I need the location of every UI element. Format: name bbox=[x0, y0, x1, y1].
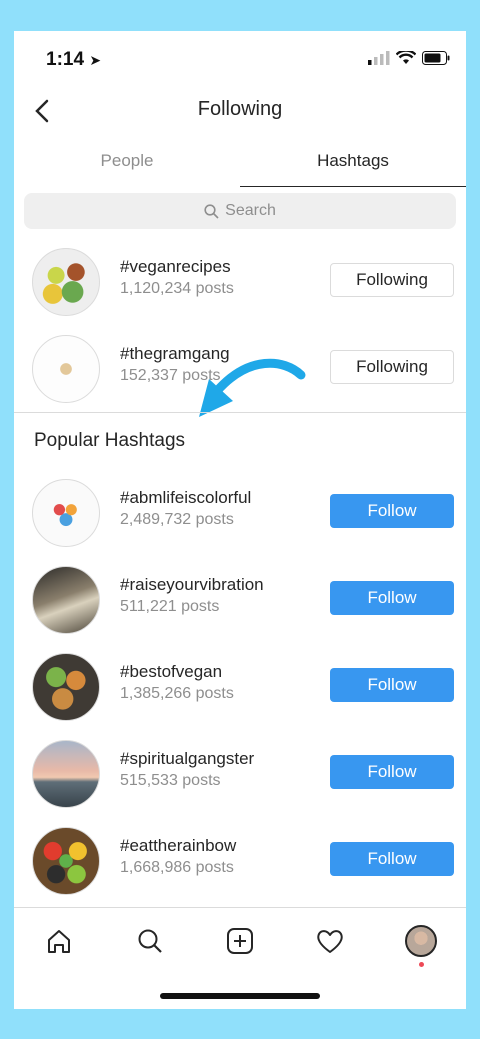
search-input[interactable]: Search bbox=[24, 193, 456, 229]
wifi-icon bbox=[396, 51, 416, 64]
heart-icon bbox=[317, 930, 344, 953]
profile-avatar bbox=[404, 925, 437, 957]
status-time: 1:14 ➤ bbox=[46, 49, 101, 71]
list-item[interactable]: #eattherainbow 1,668,986 posts Follow bbox=[14, 826, 466, 896]
hashtag-avatar bbox=[32, 566, 100, 634]
list-item[interactable]: #abmlifeiscolorful 2,489,732 posts Follo… bbox=[14, 478, 466, 548]
hashtag-name: #raiseyourvibration bbox=[120, 575, 264, 594]
tab-home[interactable] bbox=[37, 921, 81, 961]
hashtag-post-count: 1,120,234 posts bbox=[120, 280, 234, 297]
tab-search[interactable] bbox=[128, 921, 172, 961]
tab-add[interactable] bbox=[218, 921, 262, 961]
hashtag-post-count: 511,221 posts bbox=[120, 598, 220, 615]
hashtag-post-count: 1,385,266 posts bbox=[120, 685, 234, 702]
hashtag-name: #veganrecipes bbox=[120, 257, 231, 276]
following-button[interactable]: Following bbox=[330, 263, 454, 297]
hashtag-name: #eattherainbow bbox=[120, 836, 237, 855]
annotation-arrow bbox=[199, 358, 306, 417]
bottom-tab-bar bbox=[14, 921, 466, 967]
follow-button[interactable]: Follow bbox=[330, 755, 454, 789]
tab-bar-top: People Hashtags bbox=[14, 143, 466, 187]
search-icon bbox=[138, 929, 162, 953]
add-icon bbox=[226, 928, 253, 954]
tab-people[interactable]: People bbox=[14, 143, 240, 187]
location-icon: ➤ bbox=[89, 52, 102, 68]
search-placeholder: Search bbox=[225, 202, 276, 219]
follow-button[interactable]: Follow bbox=[330, 668, 454, 702]
hashtag-avatar bbox=[32, 248, 100, 316]
section-title: Popular Hashtags bbox=[34, 430, 186, 451]
hashtag-name: #bestofvegan bbox=[120, 662, 223, 681]
list-item[interactable]: #veganrecipes 1,120,234 posts Following bbox=[14, 247, 466, 317]
hashtag-post-count: 1,668,986 posts bbox=[120, 859, 234, 876]
signal-icon bbox=[368, 51, 390, 65]
hashtag-post-count: 515,533 posts bbox=[120, 772, 221, 789]
tab-hashtags[interactable]: Hashtags bbox=[240, 143, 466, 187]
search-icon bbox=[204, 203, 219, 219]
follow-button[interactable]: Follow bbox=[330, 842, 454, 876]
page-title: Following bbox=[197, 98, 283, 120]
hashtag-post-count: 2,489,732 posts bbox=[120, 511, 234, 528]
phone-screen: 1:14 ➤ Following People Hashtags Search … bbox=[14, 31, 466, 1009]
home-indicator[interactable] bbox=[160, 993, 320, 999]
hashtag-avatar bbox=[32, 335, 100, 403]
divider bbox=[14, 412, 466, 413]
status-icons bbox=[368, 51, 450, 65]
status-time-text: 1:14 bbox=[46, 49, 85, 70]
list-item[interactable]: #bestofvegan 1,385,266 posts Follow bbox=[14, 652, 466, 722]
list-item[interactable]: #raiseyourvibration 511,221 posts Follow bbox=[14, 565, 466, 635]
following-button[interactable]: Following bbox=[330, 350, 454, 384]
hashtag-name: #abmlifeiscolorful bbox=[120, 488, 252, 507]
hashtag-avatar bbox=[32, 653, 100, 721]
hashtag-avatar bbox=[32, 827, 100, 895]
tab-activity[interactable] bbox=[308, 921, 352, 961]
hashtag-avatar bbox=[32, 740, 100, 808]
list-item[interactable]: #spiritualgangster 515,533 posts Follow bbox=[14, 739, 466, 809]
tab-profile[interactable] bbox=[399, 921, 443, 967]
hashtag-name: #spiritualgangster bbox=[120, 749, 255, 768]
home-icon bbox=[48, 930, 71, 953]
battery-icon bbox=[422, 51, 450, 65]
hashtag-avatar bbox=[32, 479, 100, 547]
notification-dot bbox=[418, 962, 424, 967]
follow-button[interactable]: Follow bbox=[330, 581, 454, 615]
tabbar-divider bbox=[14, 907, 466, 908]
follow-button[interactable]: Follow bbox=[330, 494, 454, 528]
